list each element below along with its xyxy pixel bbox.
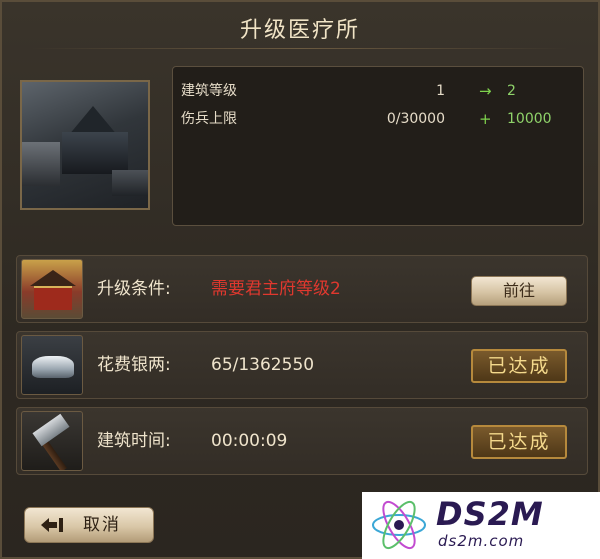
palace-icon: [21, 259, 83, 319]
stat-row-wounded-cap: 伤兵上限 0/30000 + 10000: [181, 107, 575, 131]
title-divider: [32, 48, 568, 49]
watermark: DS2M ds2m.com: [362, 492, 600, 559]
watermark-domain: ds2m.com: [438, 532, 525, 550]
requirement-row-condition: 升级条件: 需要君主府等级2 前往: [16, 255, 588, 323]
requirement-row-build-time: 建筑时间: 00:00:09 已达成: [16, 407, 588, 475]
stat-label: 伤兵上限: [181, 111, 237, 127]
requirement-label: 升级条件:: [97, 279, 171, 299]
back-arrow-icon: [41, 518, 63, 532]
palace-body: [34, 286, 72, 310]
silver-ingot-shape: [32, 356, 74, 378]
stat-current-value: 1: [436, 83, 445, 99]
cancel-button[interactable]: 取消: [24, 507, 154, 543]
building-wall: [22, 142, 60, 186]
status-badge-achieved: 已达成: [471, 425, 567, 459]
stats-panel: 建筑等级 1 → 2 伤兵上限 0/30000 + 10000: [172, 66, 584, 226]
palace-roof: [30, 270, 76, 286]
building-roof: [71, 106, 115, 132]
requirement-label: 建筑时间:: [97, 431, 171, 451]
building-body: [62, 132, 128, 174]
cancel-label: 取消: [83, 515, 121, 535]
watermark-brand: DS2M: [436, 495, 544, 533]
dialog-title: 升级医疗所: [239, 18, 360, 43]
stat-label: 建筑等级: [181, 83, 237, 99]
requirement-row-silver: 花费银两: 65/1362550 已达成: [16, 331, 588, 399]
stat-row-building-level: 建筑等级 1 → 2: [181, 79, 575, 103]
go-button[interactable]: 前往: [471, 276, 567, 306]
requirement-label: 花费银两:: [97, 355, 171, 375]
stat-current-value: 0/30000: [386, 111, 445, 127]
plus-icon: +: [479, 110, 492, 128]
status-badge-achieved: 已达成: [471, 349, 567, 383]
hammer-icon: [21, 411, 83, 471]
atom-logo-icon: [372, 500, 426, 550]
requirement-value: 65/1362550: [211, 355, 315, 375]
upgrade-dialog: 升级医疗所 建筑等级 1 → 2 伤兵上限 0/30000 + 10000 升级…: [0, 0, 600, 559]
building-annex: [112, 170, 148, 196]
hammer-head: [32, 413, 70, 447]
stat-next-value: 10000: [507, 111, 552, 127]
requirement-value: 00:00:09: [211, 431, 288, 451]
arrow-right-icon: →: [479, 82, 492, 100]
stat-next-value: 2: [507, 83, 516, 99]
requirement-value: 需要君主府等级2: [211, 279, 341, 299]
building-thumbnail: [20, 80, 150, 210]
silver-ingot-icon: [21, 335, 83, 395]
